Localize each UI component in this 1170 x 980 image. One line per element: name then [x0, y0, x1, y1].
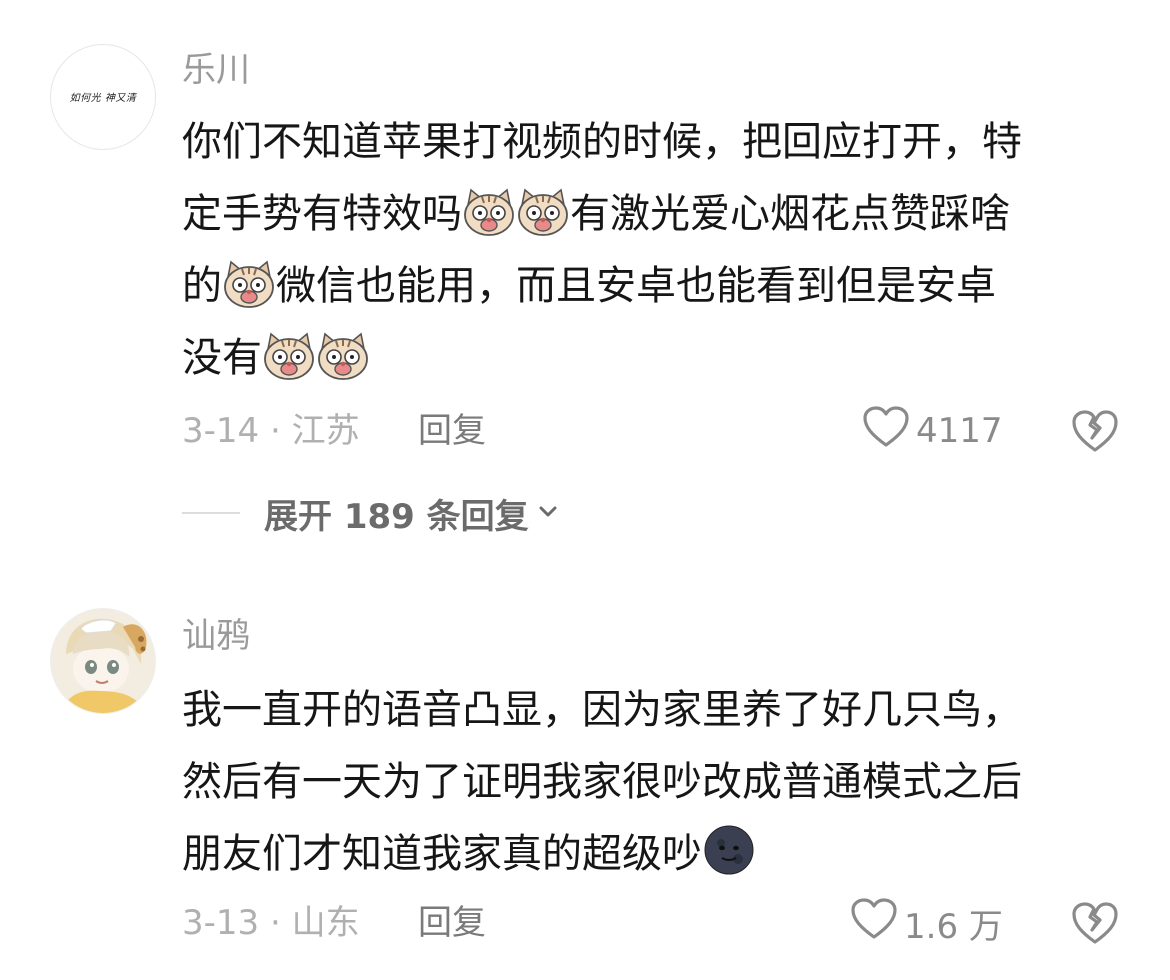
cat-emoji: [222, 259, 276, 309]
cat-emoji: [316, 331, 370, 381]
like-count: 4117: [916, 411, 1003, 451]
heart-outline-icon: [862, 405, 910, 458]
comment-text: 的: [182, 263, 222, 309]
comment-text: 定手势有特效吗: [182, 191, 462, 237]
comment-line: 定手势有特效吗 有激光爱心烟花点赞踩啥: [182, 178, 1112, 250]
comment-username[interactable]: 乐川: [182, 48, 250, 92]
comment-line: 我一直开的语音凸显，因为家里养了好几只鸟，: [182, 674, 1112, 746]
comment-text: 微信也能用，而且安卓也能看到但是安卓: [276, 263, 996, 309]
comment-meta: 3-14 · 江苏 回复: [182, 406, 486, 456]
moon-emoji: [702, 823, 756, 877]
comment-body: 我一直开的语音凸显，因为家里养了好几只鸟， 然后有一天为了证明我家很吵改成普通模式…: [182, 674, 1112, 890]
reply-button[interactable]: 回复: [418, 406, 486, 456]
like-button[interactable]: 1.6 万: [850, 897, 1003, 950]
chevron-down-icon: [537, 500, 559, 526]
expand-replies[interactable]: 展开 189 条回复: [182, 488, 559, 538]
heart-outline-icon: [850, 897, 898, 950]
comment-line: 没有: [182, 322, 1112, 394]
comment-body: 你们不知道苹果打视频的时候，把回应打开，特 定手势有特效吗 有激光爱心烟花点赞踩啥的…: [182, 106, 1112, 394]
dislike-button[interactable]: [1070, 898, 1120, 948]
comment-line: 的 微信也能用，而且安卓也能看到但是安卓: [182, 250, 1112, 322]
broken-heart-icon: [1070, 410, 1120, 460]
comment-text: 没有: [182, 335, 262, 381]
avatar[interactable]: 如何光 神又清: [50, 44, 156, 150]
comment-text: 然后有一天为了证明我家很吵改成普通模式之后: [182, 759, 1022, 805]
avatar[interactable]: [50, 608, 156, 714]
like-count: 1.6 万: [904, 906, 1003, 947]
dislike-button[interactable]: [1070, 406, 1120, 456]
cat-emoji: [462, 187, 516, 237]
expand-replies-label[interactable]: 展开 189 条回复: [264, 489, 529, 538]
comment-line: 然后有一天为了证明我家很吵改成普通模式之后: [182, 746, 1112, 818]
comment-meta: 3-13 · 山东 回复: [182, 898, 486, 948]
comment-line: 你们不知道苹果打视频的时候，把回应打开，特: [182, 106, 1112, 178]
broken-heart-icon: [1070, 902, 1120, 952]
divider: [182, 512, 240, 514]
comment-username[interactable]: 讪鸦: [182, 614, 250, 658]
comment-text: 朋友们才知道我家真的超级吵: [182, 831, 702, 877]
cat-emoji: [516, 187, 570, 237]
like-button[interactable]: 4117: [862, 405, 1003, 458]
comment-line: 朋友们才知道我家真的超级吵: [182, 818, 1112, 890]
cat-emoji: [262, 331, 316, 381]
avatar-text: 如何光 神又清: [69, 93, 137, 104]
comment-text: 有激光爱心烟花点赞踩啥: [570, 191, 1010, 237]
comment-list: 如何光 神又清 乐川 你们不知道苹果打视频的时候，把回应打开，特 定手势有特效吗 有…: [0, 0, 1170, 980]
reply-button[interactable]: 回复: [418, 898, 486, 948]
comment-text: 我一直开的语音凸显，因为家里养了好几只鸟，: [182, 687, 1022, 733]
comment-text: 你们不知道苹果打视频的时候，把回应打开，特: [182, 119, 1022, 165]
comment-date-location: 3-14 · 江苏: [182, 411, 360, 451]
comment-date-location: 3-13 · 山东: [182, 903, 360, 943]
